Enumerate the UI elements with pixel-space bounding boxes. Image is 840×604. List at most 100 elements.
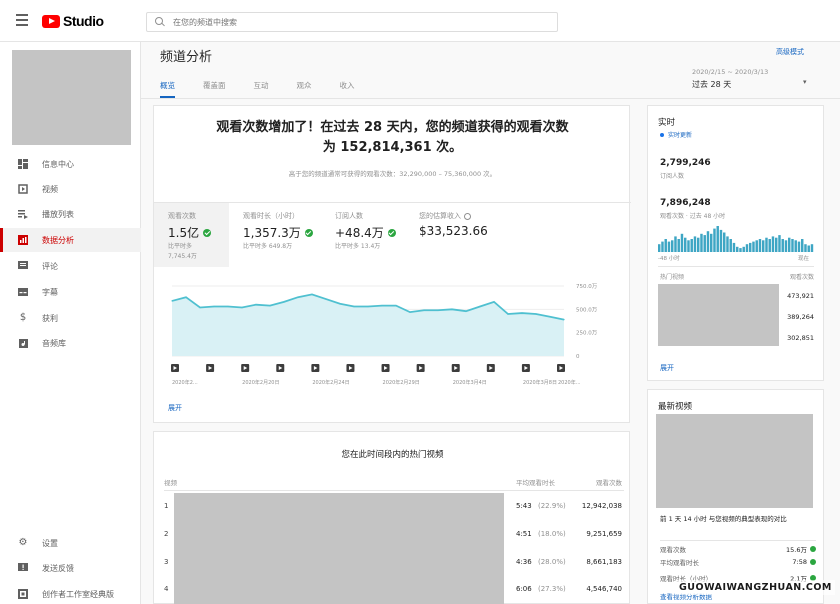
- sidebar-item-dashboard[interactable]: 信息中心: [0, 152, 141, 176]
- realtime-bar[interactable]: [775, 237, 778, 252]
- sidebar-item-comments[interactable]: 评论: [0, 254, 141, 278]
- views-data-point[interactable]: [199, 306, 201, 309]
- views-data-point[interactable]: [185, 296, 187, 298]
- search-input[interactable]: [173, 17, 533, 27]
- views-data-point[interactable]: [213, 305, 215, 308]
- realtime-bar[interactable]: [726, 236, 729, 252]
- realtime-bar[interactable]: [710, 233, 713, 252]
- realtime-bar[interactable]: [794, 240, 797, 252]
- realtime-bar[interactable]: [742, 246, 745, 252]
- sidebar-item-subtitles[interactable]: 字幕: [0, 280, 141, 304]
- realtime-bar[interactable]: [768, 239, 771, 252]
- views-data-point[interactable]: [465, 310, 467, 312]
- realtime-bar[interactable]: [781, 239, 784, 252]
- realtime-thumbnails-placeholder[interactable]: [658, 284, 779, 346]
- views-data-point[interactable]: [479, 305, 481, 308]
- realtime-bar[interactable]: [716, 226, 719, 252]
- video-thumbnails-placeholder[interactable]: [174, 493, 504, 604]
- realtime-bar[interactable]: [729, 239, 732, 252]
- latest-video-thumbnail[interactable]: [656, 414, 813, 508]
- realtime-bar[interactable]: [755, 240, 758, 252]
- realtime-bar[interactable]: [745, 244, 749, 252]
- realtime-bar[interactable]: [700, 233, 703, 252]
- views-data-point[interactable]: [367, 305, 369, 308]
- views-data-point[interactable]: [493, 301, 495, 303]
- search-bar[interactable]: [146, 12, 558, 32]
- realtime-bar[interactable]: [687, 240, 690, 252]
- realtime-bar[interactable]: [677, 239, 680, 252]
- advanced-mode-link[interactable]: 高级模式: [776, 47, 804, 57]
- realtime-bar[interactable]: [693, 236, 697, 252]
- views-data-point[interactable]: [339, 303, 341, 305]
- menu-icon[interactable]: [16, 14, 28, 26]
- realtime-bar[interactable]: [703, 235, 706, 252]
- realtime-bar[interactable]: [791, 239, 794, 252]
- views-data-point[interactable]: [381, 305, 383, 307]
- realtime-bar[interactable]: [680, 233, 684, 252]
- realtime-bar[interactable]: [664, 239, 667, 252]
- views-data-point[interactable]: [507, 313, 509, 315]
- realtime-bar[interactable]: [697, 237, 700, 252]
- realtime-bar[interactable]: [788, 237, 791, 252]
- tab-audience[interactable]: 观众: [297, 76, 312, 98]
- views-data-point[interactable]: [311, 293, 313, 295]
- info-icon[interactable]: [464, 212, 471, 220]
- views-data-point[interactable]: [325, 298, 327, 300]
- sidebar-item-videos[interactable]: 视频: [0, 177, 141, 201]
- realtime-bar[interactable]: [658, 244, 661, 252]
- realtime-bar[interactable]: [749, 242, 752, 252]
- tab-revenue[interactable]: 收入: [340, 76, 355, 98]
- sidebar-item-playlists[interactable]: 播放列表: [0, 202, 141, 226]
- views-data-point[interactable]: [297, 296, 299, 298]
- realtime-bar[interactable]: [739, 248, 742, 252]
- chevron-down-icon[interactable]: ▾: [803, 78, 807, 86]
- views-data-point[interactable]: [255, 304, 257, 306]
- tab-overview[interactable]: 概览: [160, 76, 175, 98]
- realtime-bar[interactable]: [713, 228, 716, 252]
- realtime-bar[interactable]: [674, 236, 677, 252]
- views-area-chart[interactable]: 750.0万 500.0万 250.0万 0 2020年2... 2020年2月20日 20…: [164, 278, 624, 398]
- realtime-bar[interactable]: [723, 232, 726, 253]
- tab-engagement[interactable]: 互动: [254, 76, 269, 98]
- realtime-bar[interactable]: [801, 239, 804, 252]
- views-data-point[interactable]: [535, 313, 537, 315]
- channel-avatar[interactable]: [12, 50, 131, 145]
- views-data-point[interactable]: [353, 305, 355, 308]
- sidebar-item-analytics[interactable]: 数据分析: [0, 228, 141, 252]
- date-range-label[interactable]: 过去 28 天: [692, 79, 731, 90]
- column-header-views[interactable]: 观看次数: [572, 477, 622, 487]
- views-data-point[interactable]: [521, 312, 523, 314]
- sidebar-item-feedback[interactable]: 发送反馈: [0, 556, 141, 580]
- views-data-point[interactable]: [549, 316, 551, 318]
- sidebar-item-audio-library[interactable]: 音频库: [0, 331, 141, 355]
- metric-views[interactable]: 观看次数 1.5亿 比平时多 7,745.4万: [154, 203, 229, 267]
- realtime-bar[interactable]: [778, 235, 781, 252]
- realtime-bar[interactable]: [690, 239, 693, 252]
- realtime-bar[interactable]: [771, 236, 775, 252]
- views-data-point[interactable]: [423, 309, 425, 311]
- realtime-bar[interactable]: [758, 239, 762, 252]
- realtime-bar[interactable]: [661, 241, 664, 252]
- metric-subscribers[interactable]: 订阅人数 +48.4万 比平时多 13.4万: [321, 203, 405, 267]
- views-data-point[interactable]: [269, 305, 271, 307]
- views-data-point[interactable]: [227, 305, 229, 308]
- column-header-avg-duration[interactable]: 平均观看时长: [516, 477, 555, 487]
- expand-link[interactable]: 展开: [168, 403, 182, 413]
- date-range-text[interactable]: 2020/2/15 ~ 2020/3/13: [692, 68, 768, 76]
- realtime-bar[interactable]: [762, 240, 765, 252]
- realtime-bar[interactable]: [706, 231, 710, 252]
- views-data-point[interactable]: [409, 311, 411, 313]
- views-data-point[interactable]: [241, 306, 243, 309]
- realtime-bar[interactable]: [807, 245, 810, 253]
- tab-reach[interactable]: 覆盖面: [203, 76, 226, 98]
- realtime-expand-link[interactable]: 展开: [660, 363, 674, 373]
- realtime-bar[interactable]: [719, 229, 723, 252]
- metric-watch-time[interactable]: 观看时长（小时） 1,357.3万 比平时多 649.8万: [229, 203, 321, 267]
- views-data-point[interactable]: [171, 300, 173, 302]
- views-data-point[interactable]: [283, 301, 285, 303]
- metric-revenue[interactable]: 您的估算收入 $33,523.66: [405, 203, 515, 267]
- realtime-bar-chart[interactable]: [658, 224, 814, 252]
- sidebar-item-settings[interactable]: ⚙ 设置: [0, 531, 141, 555]
- realtime-bar[interactable]: [667, 241, 671, 252]
- realtime-bar[interactable]: [671, 240, 674, 252]
